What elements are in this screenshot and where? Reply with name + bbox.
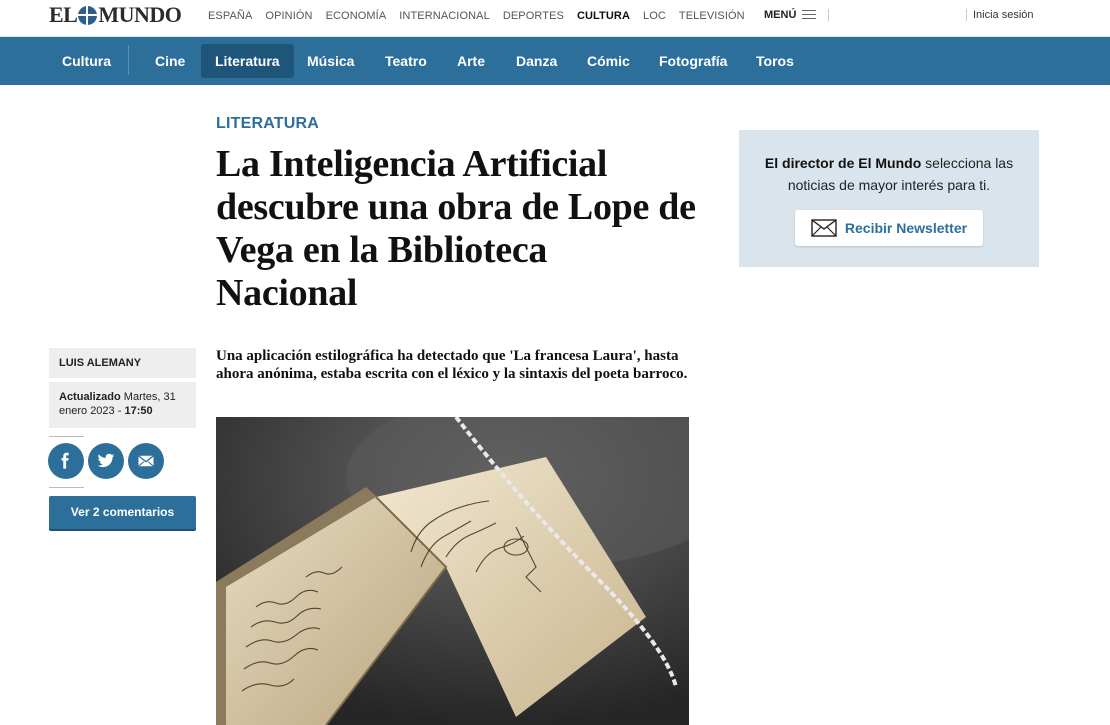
section-nav-musica[interactable]: Música [293, 44, 368, 78]
topnav-item-espana[interactable]: ESPAÑA [208, 10, 252, 22]
newsletter-text: El director de El Mundo selecciona las n… [759, 152, 1019, 196]
topnav-item-economia[interactable]: ECONOMÍA [326, 10, 387, 22]
login-link[interactable]: Inicia sesión [966, 9, 1034, 21]
topnav-item-television[interactable]: TELEVISIÓN [679, 10, 745, 22]
section-nav-comic[interactable]: Cómic [573, 44, 644, 78]
hamburger-icon [802, 10, 818, 20]
newsletter-text-bold: El director de El Mundo [764, 155, 922, 171]
menu-divider [828, 9, 830, 21]
logo-left-text: EL [49, 2, 78, 27]
article-main-photo[interactable] [216, 417, 689, 725]
section-nav-fotografia[interactable]: Fotografía [645, 44, 741, 78]
updated-timestamp: Actualizado Martes, 31 enero 2023 - 17:5… [49, 382, 196, 428]
section-nav-toros[interactable]: Toros [742, 44, 808, 78]
updated-label: Actualizado [59, 391, 121, 403]
section-nav-arte[interactable]: Arte [443, 44, 499, 78]
top-bar: EL MUNDO ESPAÑA OPINIÓN ECONOMÍA INTERNA… [0, 0, 1110, 37]
top-navigation: ESPAÑA OPINIÓN ECONOMÍA INTERNACIONAL DE… [208, 10, 758, 22]
subscribe-newsletter-button[interactable]: Recibir Newsletter [795, 210, 983, 246]
newsletter-promo: El director de El Mundo selecciona las n… [739, 130, 1039, 267]
manuscript-photo-illustration [216, 417, 689, 725]
envelope-icon [811, 219, 837, 237]
newsletter-button-label: Recibir Newsletter [844, 220, 968, 236]
section-nav-cultura[interactable]: Cultura [48, 44, 125, 78]
twitter-icon [97, 453, 115, 468]
el-mundo-logo[interactable]: EL MUNDO [49, 2, 182, 27]
topnav-item-deportes[interactable]: DEPORTES [503, 10, 564, 22]
email-icon [138, 455, 154, 467]
share-twitter-button[interactable] [88, 443, 124, 479]
section-nav-cine[interactable]: Cine [141, 44, 199, 78]
share-divider-bottom [49, 487, 84, 488]
view-comments-button[interactable]: Ver 2 comentarios [49, 496, 196, 529]
topnav-item-opinion[interactable]: OPINIÓN [265, 10, 312, 22]
section-nav-danza[interactable]: Danza [502, 44, 571, 78]
share-email-button[interactable] [128, 443, 164, 479]
topnav-item-internacional[interactable]: INTERNACIONAL [399, 10, 490, 22]
logo-right-text: MUNDO [98, 2, 182, 27]
share-divider-top [49, 436, 84, 437]
section-nav-teatro[interactable]: Teatro [371, 44, 441, 78]
globe-icon [78, 5, 98, 25]
author-name[interactable]: LUIS ALEMANY [49, 348, 196, 378]
section-nav-literatura[interactable]: Literatura [201, 44, 294, 78]
article-kicker[interactable]: LITERATURA [216, 115, 319, 133]
topnav-item-loc[interactable]: LOC [643, 10, 666, 22]
article-standfirst: Una aplicación estilográfica ha detectad… [216, 348, 688, 382]
section-nav-divider [128, 45, 129, 75]
updated-time: 17:50 [124, 405, 153, 417]
menu-button[interactable]: MENÚ [764, 9, 830, 21]
section-navigation: Cultura Cine Literatura Música Teatro Ar… [0, 37, 1110, 85]
menu-label: MENÚ [764, 9, 797, 21]
facebook-icon [61, 452, 69, 469]
share-facebook-button[interactable] [48, 443, 84, 479]
topnav-item-cultura[interactable]: CULTURA [577, 10, 630, 22]
article-headline: La Inteligencia Artificial descubre una … [216, 143, 696, 314]
